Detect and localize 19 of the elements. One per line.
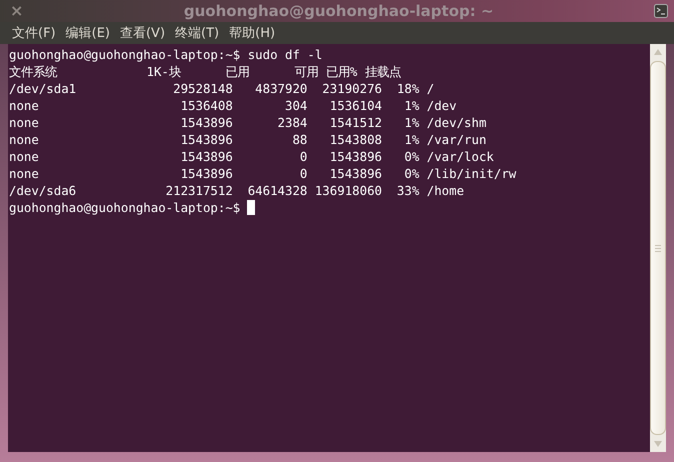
output-line: none 1536408 304 1536104 1% /dev <box>9 97 457 114</box>
menu-item[interactable]: 终端(T) <box>171 23 224 43</box>
prompt-line: guohonghao@guohonghao-laptop:~$ sudo df -l <box>9 46 322 63</box>
prompt-line: guohonghao@guohonghao-laptop:~$ <box>9 199 240 216</box>
output-line: 文件系统 1K-块 已用 可用 已用% 挂载点 <box>9 63 401 80</box>
menu-item[interactable]: 查看(V) <box>116 23 170 43</box>
output-line: none 1543896 0 1543896 0% /var/lock <box>9 148 494 165</box>
output-line: none 1543896 88 1543808 1% /var/run <box>9 131 486 148</box>
down-arrow-icon[interactable] <box>654 441 662 447</box>
terminal-icon <box>654 4 668 18</box>
window-title: guohonghao@guohonghao-laptop: ~ <box>182 2 495 20</box>
output-line: /dev/sda1 29528148 4837920 23190276 18% / <box>9 80 434 97</box>
menu-item[interactable]: 帮助(H) <box>225 23 280 43</box>
menu-item[interactable]: 文件(F) <box>8 23 60 43</box>
output-line: /dev/sda6 212317512 64614328 136918060 33% /home <box>9 182 464 199</box>
menu-item[interactable]: 编辑(E) <box>62 23 114 43</box>
output-line: none 1543896 0 1543896 0% /lib/init/rw <box>9 165 516 182</box>
up-arrow-icon[interactable] <box>654 49 662 55</box>
output-line: none 1543896 2384 1541512 1% /dev/shm <box>9 114 486 131</box>
